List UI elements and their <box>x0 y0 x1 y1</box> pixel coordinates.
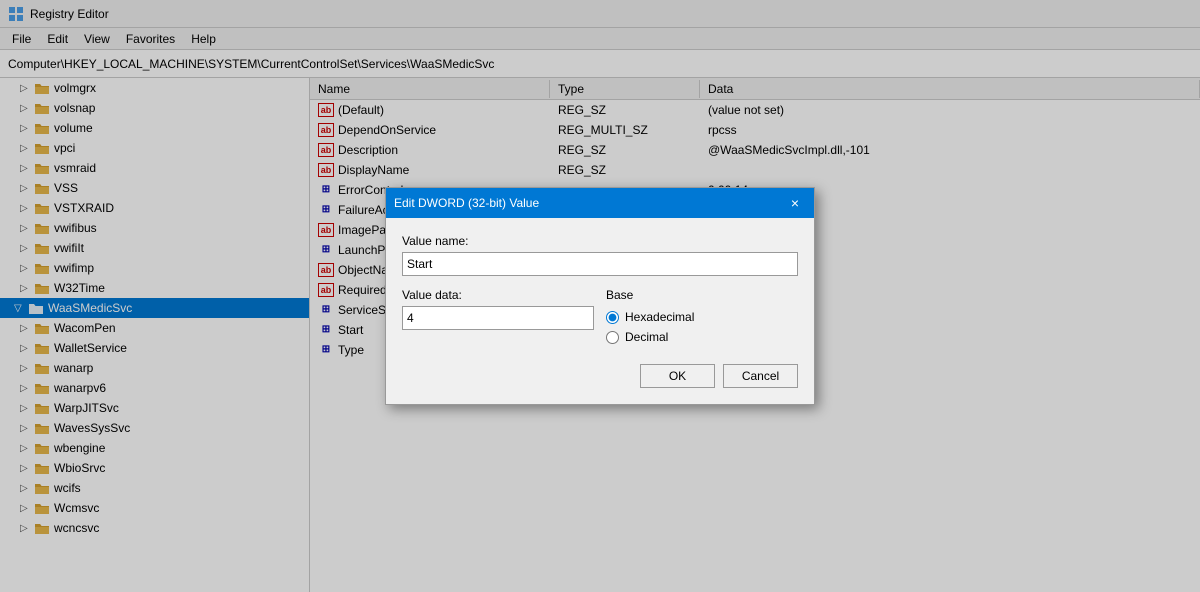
edit-dword-dialog: Edit DWORD (32-bit) Value × Value name: … <box>385 187 815 405</box>
radio-decimal[interactable]: Decimal <box>606 330 798 344</box>
value-data-section: Value data: <box>402 288 594 344</box>
dialog-close-button[interactable]: × <box>784 192 806 214</box>
value-data-input[interactable] <box>402 306 594 330</box>
ok-button[interactable]: OK <box>640 364 715 388</box>
dialog-overlay: Edit DWORD (32-bit) Value × Value name: … <box>0 0 1200 592</box>
radio-hexadecimal[interactable]: Hexadecimal <box>606 310 798 324</box>
dialog-buttons: OK Cancel <box>402 360 798 388</box>
dialog-title-bar: Edit DWORD (32-bit) Value × <box>386 188 814 218</box>
dialog-title-text: Edit DWORD (32-bit) Value <box>394 196 539 210</box>
base-radio-group: Hexadecimal Decimal <box>606 310 798 344</box>
radio-decimal-input[interactable] <box>606 331 619 344</box>
radio-hexadecimal-input[interactable] <box>606 311 619 324</box>
dialog-value-base-row: Value data: Base Hexadecimal Decimal <box>402 288 798 344</box>
value-data-label: Value data: <box>402 288 594 302</box>
cancel-button[interactable]: Cancel <box>723 364 798 388</box>
value-name-input[interactable] <box>402 252 798 276</box>
dialog-body: Value name: Value data: Base Hexadecimal <box>386 218 814 404</box>
radio-decimal-label: Decimal <box>625 330 668 344</box>
radio-hexadecimal-label: Hexadecimal <box>625 310 694 324</box>
base-section: Base Hexadecimal Decimal <box>606 288 798 344</box>
value-name-label: Value name: <box>402 234 798 248</box>
base-label: Base <box>606 288 798 302</box>
